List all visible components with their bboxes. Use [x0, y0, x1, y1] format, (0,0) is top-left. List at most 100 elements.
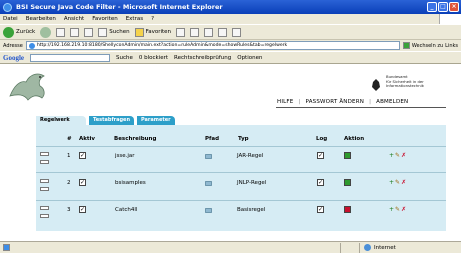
row-num: 3 [67, 207, 71, 213]
back-label: Zurück [16, 29, 36, 35]
security-zone: Internet [360, 244, 396, 251]
header-active: Aktiv [79, 136, 96, 142]
globe-icon [364, 244, 371, 251]
row-actions: + ✎ ✗ [389, 206, 406, 213]
ie-icon [3, 2, 12, 12]
action-status-indicator [344, 152, 351, 159]
add-icon[interactable]: + [389, 152, 394, 159]
row-move-button[interactable] [40, 152, 49, 156]
go-label: Wechseln zu [411, 42, 444, 49]
tab-testabfragen[interactable]: Testabfragen [89, 116, 135, 125]
tab-regelwerk[interactable]: Regelwerk [36, 116, 86, 125]
active-checkbox[interactable]: ✓ [79, 179, 86, 186]
delete-icon[interactable]: ✗ [401, 206, 406, 213]
google-logo[interactable]: Google [3, 54, 24, 62]
history-icon[interactable] [176, 27, 186, 37]
nav-divider [276, 107, 446, 108]
stop-icon[interactable] [56, 27, 66, 37]
delete-icon[interactable]: ✗ [401, 152, 406, 159]
search-icon [98, 27, 108, 37]
row-separator [36, 146, 446, 147]
action-status-indicator [344, 179, 351, 186]
header-type: Typ [238, 136, 249, 142]
header-path: Pfad [205, 136, 220, 142]
edit-pencil-icon[interactable]: ✎ [395, 206, 400, 213]
log-checkbox[interactable]: ✓ [317, 206, 324, 213]
back-button[interactable]: Zurück [3, 26, 36, 38]
row-move-button[interactable] [40, 179, 49, 183]
federal-eagle-icon [372, 79, 380, 91]
print-icon[interactable] [204, 27, 214, 37]
row-move-button[interactable] [40, 160, 49, 164]
menu-view[interactable]: Ansicht [64, 16, 84, 22]
folder-icon[interactable] [205, 207, 212, 213]
row-separator [36, 172, 446, 173]
menu-tools[interactable]: Extras [126, 16, 143, 22]
options-button[interactable]: Optionen [237, 55, 262, 61]
row-num: 1 [67, 153, 71, 159]
google-search-button[interactable]: Suche [116, 55, 133, 61]
mail-icon[interactable] [190, 27, 200, 37]
edit-pencil-icon[interactable]: ✎ [395, 152, 400, 159]
change-password-link[interactable]: PASSWORT ÄNDERN [306, 99, 365, 105]
row-separator [36, 200, 446, 201]
bsi-line: Informationstechnik [386, 83, 424, 88]
search-label: Suchen [109, 29, 130, 35]
address-label: Adresse [3, 42, 23, 49]
folder-icon[interactable] [205, 153, 212, 159]
folder-icon[interactable] [205, 180, 212, 186]
page-done-icon [3, 244, 10, 251]
add-icon[interactable]: + [389, 206, 394, 213]
popup-blocked-indicator[interactable]: 0 blockiert [139, 55, 168, 61]
window-title: BSI Secure Java Code Filter - Microsoft … [16, 3, 223, 11]
delete-icon[interactable]: ✗ [401, 179, 406, 186]
row-move-button[interactable] [40, 206, 49, 210]
row-actions: + ✎ ✗ [389, 179, 406, 186]
header-description: Beschreibung [114, 136, 157, 142]
row-num: 2 [67, 180, 71, 186]
home-icon[interactable] [84, 27, 94, 37]
bsi-agency-name: Bundesamt für Sicherheit in der Informat… [386, 74, 424, 89]
menu-help[interactable]: ? [151, 16, 154, 22]
header-num: # [67, 136, 72, 142]
edit-icon[interactable] [218, 27, 228, 37]
close-button[interactable]: × [449, 2, 459, 12]
row-move-button[interactable] [40, 187, 49, 191]
dragon-logo [9, 73, 45, 101]
edit-pencil-icon[interactable]: ✎ [395, 179, 400, 186]
tab-parameter[interactable]: Parameter [137, 116, 175, 125]
links-label[interactable]: Links [445, 43, 458, 49]
address-input[interactable]: http://192.168.219.10:8180/ShellyconAdmi… [25, 41, 400, 50]
window-titlebar: BSI Secure Java Code Filter - Microsoft … [0, 0, 461, 14]
row-move-button[interactable] [40, 214, 49, 218]
status-bar: Internet [0, 241, 461, 253]
row-actions: + ✎ ✗ [389, 152, 406, 159]
row-description: jsse.jar [115, 153, 135, 159]
tab-bar: Regelwerk Testabfragen Parameter [36, 116, 175, 125]
refresh-icon[interactable] [70, 27, 80, 37]
action-status-indicator [344, 206, 351, 213]
minimize-button[interactable]: _ [427, 2, 437, 12]
maximize-button[interactable]: □ [438, 2, 448, 12]
spellcheck-button[interactable]: Rechtschreibprüfung [174, 55, 231, 61]
logout-link[interactable]: ABMELDEN [376, 99, 408, 105]
help-link[interactable]: HILFE [277, 99, 293, 105]
nav-separator: | [298, 99, 301, 105]
menu-edit[interactable]: Bearbeiten [26, 16, 56, 22]
search-button[interactable]: Suchen [98, 27, 130, 37]
header-log: Log [316, 136, 328, 142]
active-checkbox[interactable]: ✓ [79, 206, 86, 213]
add-icon[interactable]: + [389, 179, 394, 186]
menu-file[interactable]: Datei [3, 16, 18, 22]
menu-favorites[interactable]: Favoriten [92, 16, 117, 22]
messenger-icon[interactable] [232, 27, 242, 37]
forward-button[interactable] [40, 26, 52, 38]
log-checkbox[interactable]: ✓ [317, 152, 324, 159]
favorites-button[interactable]: Favoriten [134, 27, 171, 37]
windows-logo-icon [439, 14, 461, 24]
go-button[interactable]: Wechseln zu Links [402, 42, 461, 49]
google-search-input[interactable] [30, 53, 110, 62]
active-checkbox[interactable]: ✓ [79, 152, 86, 159]
star-icon [134, 27, 144, 37]
log-checkbox[interactable]: ✓ [317, 179, 324, 186]
